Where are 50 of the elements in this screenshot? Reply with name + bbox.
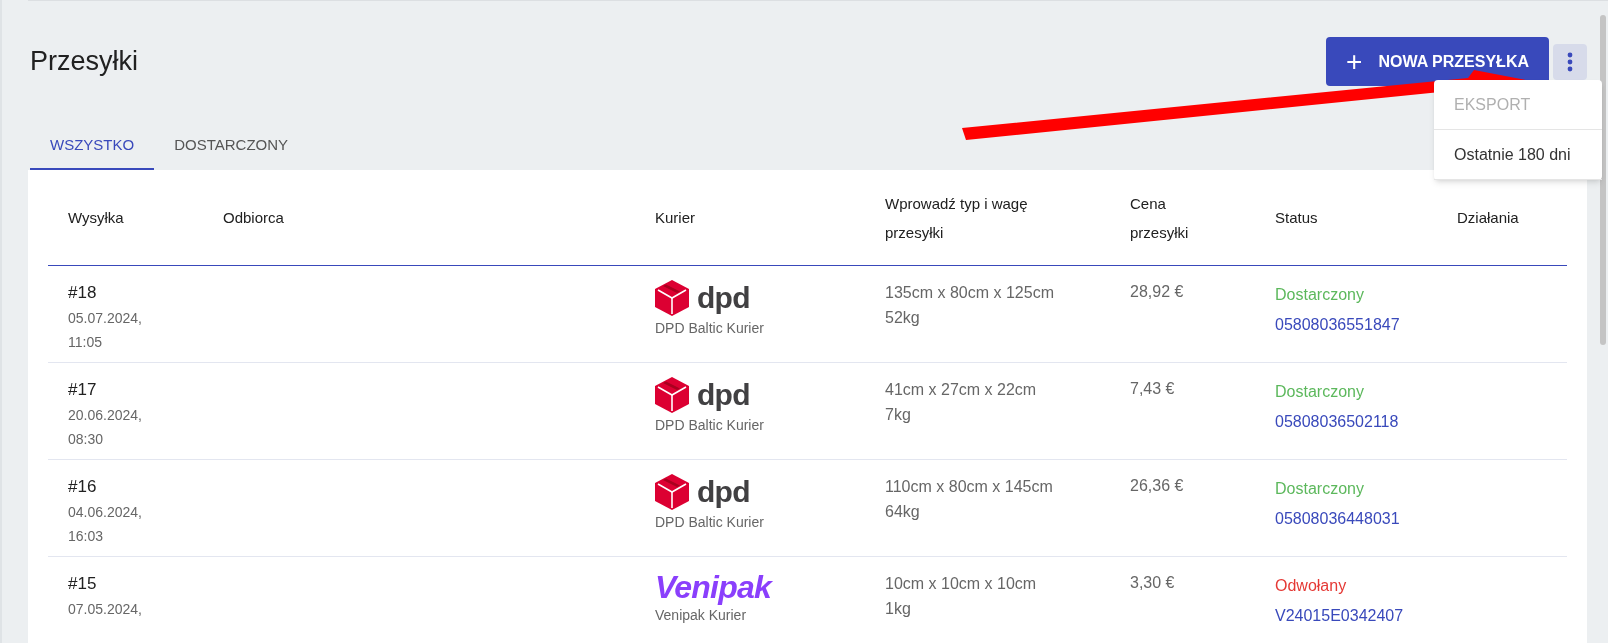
weight: 52kg bbox=[885, 308, 921, 328]
shipment-date: 20.06.2024, bbox=[68, 405, 143, 425]
status-label: Dostarczony bbox=[1275, 479, 1365, 499]
shipment-number: #18 bbox=[68, 282, 98, 304]
column-header: Odbiorca bbox=[223, 208, 284, 228]
column-header: Status bbox=[1275, 208, 1318, 228]
courier-logo: Venipak bbox=[655, 571, 774, 603]
shipment-date: 04.06.2024, bbox=[68, 502, 143, 522]
shipment-number: #15 bbox=[68, 573, 98, 595]
column-header: Cena przesyłki bbox=[1130, 193, 1189, 243]
price: 26,36 € bbox=[1130, 477, 1184, 494]
courier-logo: dpd bbox=[697, 380, 750, 410]
column-header: Wysyłka bbox=[68, 208, 124, 228]
shipment-date: 05.07.2024, bbox=[68, 308, 143, 328]
courier-name: DPD Baltic Kurier bbox=[655, 416, 765, 435]
dimensions: 10cm x 10cm x 10cm bbox=[885, 574, 1038, 594]
shipment-time: 11:05 bbox=[68, 332, 103, 352]
status-label: Dostarczony bbox=[1275, 382, 1365, 402]
price: 28,92 € bbox=[1130, 283, 1184, 300]
weight: 7kg bbox=[885, 405, 912, 425]
dimensions: 135cm x 80cm x 125cm bbox=[885, 283, 1055, 303]
status-label: Dostarczony bbox=[1275, 285, 1365, 305]
column-header: Wprowadź typ i wagę przesyłki bbox=[885, 193, 1028, 243]
dimensions: 41cm x 27cm x 22cm bbox=[885, 380, 1038, 400]
menu-item[interactable]: Ostatnie 180 dni bbox=[1434, 130, 1602, 180]
courier-logo: dpd bbox=[697, 477, 750, 507]
tracking-link[interactable]: 05808036448031 bbox=[1275, 504, 1457, 534]
courier-logo: dpd bbox=[697, 283, 750, 313]
price: 7,43 € bbox=[1130, 380, 1175, 397]
shipment-date: 07.05.2024, bbox=[68, 599, 143, 619]
shipment-time: 16:03 bbox=[68, 526, 105, 546]
price: 3,30 € bbox=[1130, 574, 1175, 591]
column-header: Działania bbox=[1457, 208, 1519, 228]
tab[interactable]: DOSTARCZONY bbox=[154, 122, 309, 170]
dimensions: 110cm x 80cm x 145cm bbox=[885, 477, 1054, 497]
shipment-number: #17 bbox=[68, 379, 98, 401]
courier-name: DPD Baltic Kurier bbox=[655, 319, 765, 338]
tracking-link[interactable]: 05808036551847 bbox=[1275, 310, 1457, 340]
tracking-link[interactable]: V24015E0342407 bbox=[1275, 601, 1457, 631]
weight: 1kg bbox=[885, 599, 912, 619]
tracking-link[interactable]: 05808036502118 bbox=[1275, 407, 1457, 437]
shipment-time: 08:30 bbox=[68, 429, 105, 449]
weight: 64kg bbox=[885, 502, 921, 522]
courier-name: Venipak Kurier bbox=[655, 606, 748, 625]
column-header: Kurier bbox=[655, 208, 695, 228]
courier-name: DPD Baltic Kurier bbox=[655, 513, 765, 532]
plus-icon: + bbox=[1346, 47, 1363, 76]
shipment-number: #16 bbox=[68, 476, 98, 498]
status-label: Odwołany bbox=[1275, 576, 1348, 596]
page-title: Przesyłki bbox=[30, 45, 138, 78]
